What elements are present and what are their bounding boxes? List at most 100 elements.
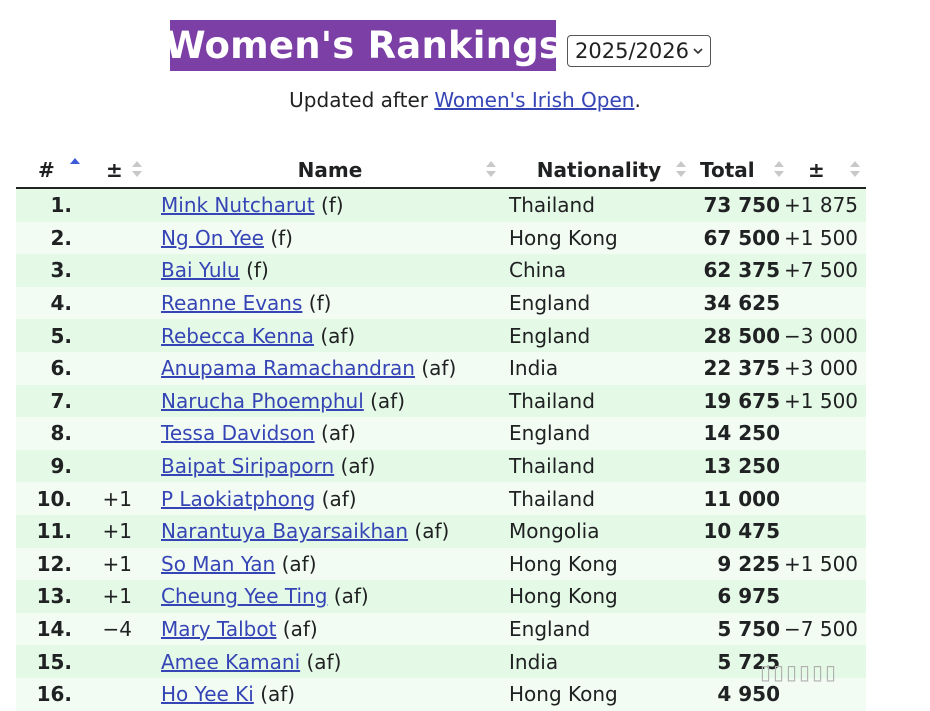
rank-cell: 16.	[16, 677, 86, 711]
total-points-cell: 6 975	[694, 580, 784, 613]
player-link[interactable]: Ng On Yee	[161, 226, 264, 250]
total-points-cell: 67 500	[694, 221, 784, 255]
nationality-cell: England	[504, 286, 694, 320]
points-change-cell: +7 500	[784, 254, 866, 287]
player-status-tag: (af)	[320, 323, 356, 348]
rank-change-cell: −4	[86, 612, 156, 646]
player-status-tag: (af)	[414, 519, 450, 544]
player-link[interactable]: Narantuya Bayarsaikhan	[161, 519, 408, 543]
player-link[interactable]: Mink Nutcharut	[161, 193, 315, 217]
points-change-cell	[784, 514, 866, 548]
points-change-cell: +1 875	[784, 188, 866, 222]
player-link[interactable]: Amee Kamani	[161, 650, 300, 674]
updated-note: Updated after Women's Irish Open.	[0, 88, 930, 112]
rank-change-cell: +1	[86, 482, 156, 515]
points-change-cell: +1 500	[784, 547, 866, 581]
table-row: 5. Rebecca Kenna (af) England 28 500 −3 000	[16, 319, 866, 352]
total-points-cell: 22 375	[694, 351, 784, 385]
rank-cell: 13.	[16, 580, 86, 613]
sort-arrows-icon[interactable]	[132, 161, 142, 179]
column-header-total[interactable]: Total	[694, 153, 784, 189]
column-header-nationality[interactable]: Nationality	[504, 153, 694, 189]
column-header-name[interactable]: Name	[156, 153, 504, 189]
points-change-cell	[784, 482, 866, 515]
nationality-cell: Hong Kong	[504, 221, 694, 255]
points-change-cell: −7 500	[784, 612, 866, 646]
table-row: 12. +1 So Man Yan (af) Hong Kong 9 225 +1 500	[16, 547, 866, 581]
player-link[interactable]: Cheung Yee Ting	[161, 584, 327, 608]
season-select[interactable]: 2025/2026	[567, 35, 711, 67]
table-header-row: # ± Name Nationality Total ±	[16, 153, 866, 189]
player-link[interactable]: Anupama Ramachandran	[161, 356, 415, 380]
points-change-cell: +3 000	[784, 351, 866, 385]
rank-cell: 4.	[16, 286, 86, 320]
points-change-cell: +1 500	[784, 384, 866, 418]
nationality-cell: China	[504, 254, 694, 287]
table-row: 11. +1 Narantuya Bayarsaikhan (af) Mongolia…	[16, 514, 866, 548]
player-status-tag: (af)	[306, 649, 342, 674]
column-header-change[interactable]: ±	[86, 153, 156, 189]
total-points-cell: 11 000	[694, 482, 784, 515]
player-cell: Mink Nutcharut (f)	[156, 188, 504, 222]
column-header-rank[interactable]: #	[16, 153, 86, 189]
player-status-tag: (f)	[320, 193, 344, 218]
sort-ascending-icon[interactable]	[70, 158, 80, 176]
rank-change-cell: +1	[86, 547, 156, 581]
rankings-table: # ± Name Nationality Total ± 1. Mink Nut…	[16, 153, 866, 711]
total-points-cell: 13 250	[694, 449, 784, 483]
column-header-points-diff[interactable]: ±	[784, 153, 866, 189]
nationality-cell: Thailand	[504, 188, 694, 222]
rank-change-cell	[86, 417, 156, 450]
player-link[interactable]: Reanne Evans	[161, 291, 302, 315]
player-cell: Baipat Siripaporn (af)	[156, 449, 504, 483]
rank-change-cell	[86, 677, 156, 711]
player-link[interactable]: So Man Yan	[161, 552, 275, 576]
player-status-tag: (af)	[370, 388, 406, 413]
table-row: 13. +1 Cheung Yee Ting (af) Hong Kong 6 975	[16, 580, 866, 613]
nationality-cell: Mongolia	[504, 514, 694, 548]
updated-prefix: Updated after	[289, 88, 435, 112]
rank-change-cell	[86, 449, 156, 483]
player-link[interactable]: Narucha Phoemphul	[161, 389, 364, 413]
player-cell: Rebecca Kenna (af)	[156, 319, 504, 352]
player-cell: Mary Talbot (af)	[156, 612, 504, 646]
sort-arrows-icon[interactable]	[486, 161, 496, 179]
table-row: 15. Amee Kamani (af) India 5 725	[16, 645, 866, 678]
player-link[interactable]: Rebecca Kenna	[161, 324, 314, 348]
rank-cell: 3.	[16, 254, 86, 287]
rank-cell: 1.	[16, 188, 86, 222]
rank-cell: 15.	[16, 645, 86, 678]
column-header-rank-label: #	[38, 158, 55, 182]
tournament-link[interactable]: Women's Irish Open	[434, 88, 634, 112]
rank-change-cell	[86, 384, 156, 418]
total-points-cell: 62 375	[694, 254, 784, 287]
player-link[interactable]: P Laokiatphong	[161, 487, 315, 511]
player-link[interactable]: Bai Yulu	[161, 258, 240, 282]
nationality-cell: England	[504, 319, 694, 352]
table-row: 16. Ho Yee Ki (af) Hong Kong 4 950	[16, 677, 866, 711]
nationality-cell: Hong Kong	[504, 580, 694, 613]
points-change-cell	[784, 286, 866, 320]
rank-cell: 14.	[16, 612, 86, 646]
sort-arrows-icon[interactable]	[676, 161, 686, 179]
player-link[interactable]: Tessa Davidson	[161, 421, 315, 445]
total-points-cell: 14 250	[694, 417, 784, 450]
total-points-cell: 9 225	[694, 547, 784, 581]
player-link[interactable]: Mary Talbot	[161, 617, 276, 641]
player-status-tag: (f)	[308, 291, 332, 316]
points-change-cell: −3 000	[784, 319, 866, 352]
player-status-tag: (af)	[281, 551, 317, 576]
sort-arrows-icon[interactable]	[774, 161, 784, 179]
player-cell: Narucha Phoemphul (af)	[156, 384, 504, 418]
sort-arrows-icon[interactable]	[850, 161, 860, 179]
points-change-cell	[784, 417, 866, 450]
nationality-cell: Thailand	[504, 449, 694, 483]
player-status-tag: (f)	[246, 258, 269, 283]
rank-change-cell: +1	[86, 514, 156, 548]
page-title-banner: Women's Rankings	[165, 20, 561, 71]
player-cell: Amee Kamani (af)	[156, 645, 504, 678]
player-cell: Bai Yulu (f)	[156, 254, 504, 287]
nationality-cell: England	[504, 612, 694, 646]
player-link[interactable]: Baipat Siripaporn	[161, 454, 334, 478]
player-cell: Anupama Ramachandran (af)	[156, 351, 504, 385]
